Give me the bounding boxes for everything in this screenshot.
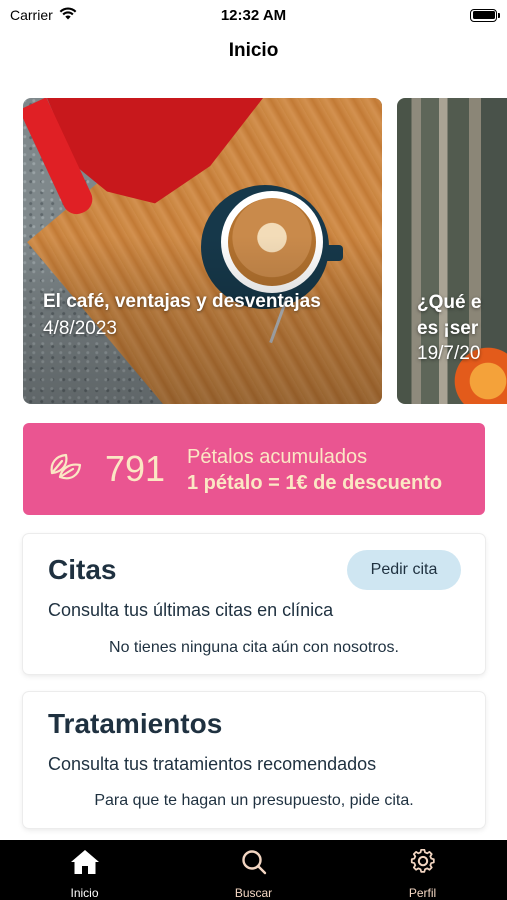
article-card[interactable]: ¿Qué e es ¡ser 19/7/20 (397, 98, 507, 404)
citas-card: Citas Pedir cita Consulta tus últimas ci… (23, 534, 485, 674)
battery-icon (470, 8, 500, 22)
search-icon (240, 849, 268, 880)
home-icon (70, 849, 100, 880)
tab-perfil[interactable]: Perfil (338, 840, 507, 900)
gear-icon (409, 848, 437, 880)
status-time: 12:32 AM (220, 6, 287, 24)
tab-label: Inicio (70, 886, 99, 900)
petals-conversion: 1 pétalo = 1€ de descuento (187, 472, 443, 494)
leaf-icon (46, 451, 86, 487)
citas-subtitle: Consulta tus últimas citas en clínica (48, 600, 334, 620)
petals-count: 791 (105, 448, 166, 489)
article-title: ¿Qué e es ¡ser (417, 292, 482, 339)
citas-title: Citas (48, 554, 117, 585)
article-card[interactable]: El café, ventajas y desventajas 4/8/2023 (23, 98, 382, 404)
tab-bar: Inicio Buscar Perfil (0, 840, 507, 900)
page-title: Inicio (228, 40, 279, 61)
tratamientos-empty-message: Para que te hagan un presupuesto, pide c… (94, 792, 414, 809)
articles-carousel[interactable]: El café, ventajas y desventajas 4/8/2023… (23, 98, 507, 404)
article-date: 19/7/20 (417, 343, 481, 364)
tratamientos-subtitle: Consulta tus tratamientos recomendados (48, 754, 377, 774)
article-date: 4/8/2023 (43, 318, 117, 339)
tratamientos-card: Tratamientos Consulta tus tratamientos r… (23, 692, 485, 828)
citas-empty-message: No tienes ninguna cita aún con nosotros. (109, 639, 399, 656)
pedir-cita-button[interactable]: Pedir cita (347, 550, 461, 590)
article-title: El café, ventajas y desventajas (43, 291, 321, 312)
tab-inicio[interactable]: Inicio (0, 840, 169, 900)
petals-banner[interactable]: 791 Pétalos acumulados 1 pétalo = 1€ de … (23, 423, 485, 515)
tab-label: Buscar (234, 886, 273, 900)
status-bar: Carrier 12:32 AM (0, 0, 507, 30)
petals-label: Pétalos acumulados (187, 446, 368, 468)
tratamientos-title: Tratamientos (48, 708, 223, 739)
tab-label: Perfil (408, 886, 437, 900)
tab-buscar[interactable]: Buscar (169, 840, 338, 900)
